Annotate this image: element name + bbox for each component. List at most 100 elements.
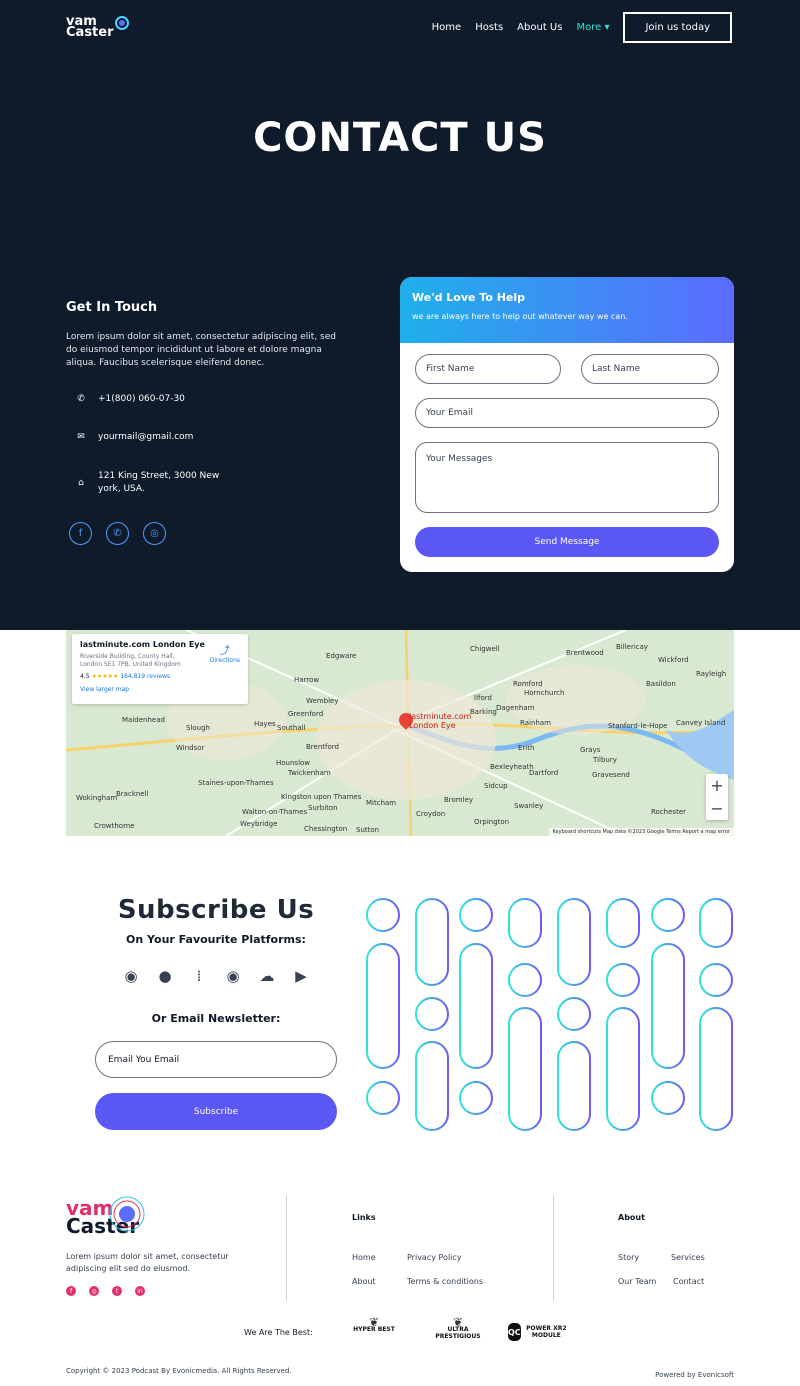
- youtube-icon[interactable]: ▶: [291, 966, 311, 986]
- award-badge: ❦ HYPER BEST: [346, 1315, 402, 1333]
- rating-value: 4.5: [80, 673, 90, 680]
- award-badge-label: HYPER BEST: [353, 1326, 395, 1333]
- google-podcasts-icon[interactable]: ⁞: [189, 966, 209, 986]
- star-icon: ★★★★★: [91, 673, 119, 680]
- linkedin-icon[interactable]: in: [135, 1286, 145, 1296]
- links-heading: Links: [352, 1213, 376, 1222]
- email-text: yourmail@gmail.com: [98, 432, 194, 442]
- map-label: Weybridge: [240, 820, 278, 828]
- footer-description: Lorem ipsum dolor sit amet, consectetur …: [66, 1252, 229, 1273]
- footer-link-home[interactable]: Home: [352, 1253, 376, 1262]
- map-label: Gravesend: [592, 771, 630, 779]
- map-label: Hounslow: [276, 759, 311, 767]
- first-name-field[interactable]: First Name: [415, 354, 561, 384]
- newsletter-email-input[interactable]: Email You Email: [95, 1041, 337, 1078]
- instagram-icon[interactable]: ◎: [143, 522, 166, 545]
- join-button[interactable]: Join us today: [623, 11, 732, 43]
- form-header: We'd Love To Help we are always here to …: [400, 277, 734, 343]
- footer-link-about[interactable]: About: [352, 1277, 376, 1286]
- map-label: Kingston upon Thames: [281, 793, 362, 801]
- instagram-icon[interactable]: ◎: [89, 1286, 99, 1296]
- map-label: Crowthorne: [94, 822, 135, 830]
- map-label: Chigwell: [470, 645, 500, 653]
- phone-icon: ✆: [77, 394, 85, 404]
- footer-link-services[interactable]: Services: [671, 1253, 705, 1262]
- copyright: Copyright © 2023 Podcast By Evonicmedia.…: [66, 1367, 292, 1375]
- location-map[interactable]: Edgware Harrow Wembley Slough Hounslow T…: [66, 630, 734, 836]
- place-infobox: lastminute.com London Eye Riverside Buil…: [72, 634, 248, 704]
- get-in-touch: Get In Touch Lorem ipsum dolor sit amet,…: [66, 300, 336, 496]
- email-line[interactable]: ✉ yourmail@gmail.com: [74, 432, 336, 442]
- footer-link-story[interactable]: Story: [618, 1253, 639, 1262]
- nav-more[interactable]: More ▾: [576, 22, 609, 33]
- message-field[interactable]: Your Messages: [415, 442, 719, 513]
- map-label: Canvey Island: [676, 719, 726, 727]
- map-label: Slough: [186, 724, 210, 732]
- nav-more-label: More: [576, 21, 602, 33]
- logo[interactable]: vam Caster: [66, 15, 129, 39]
- send-message-button[interactable]: Send Message: [415, 527, 719, 557]
- footer-logo-ring-icon: [109, 1196, 145, 1232]
- directions-icon: ⤴: [219, 646, 230, 657]
- subscribe-title: Subscribe Us: [117, 895, 315, 925]
- pin-label: lastminute.com London Eye: [409, 712, 471, 730]
- whatsapp-icon[interactable]: ✆: [106, 522, 129, 545]
- nav-hosts[interactable]: Hosts: [475, 22, 503, 33]
- map-label: Romford: [513, 680, 543, 688]
- map-label: Chessington: [304, 825, 348, 833]
- contact-section: vam Caster Home Hosts About Us More ▾ Jo…: [0, 0, 800, 630]
- zoom-in-button[interactable]: +: [710, 776, 723, 795]
- footer-link-contact[interactable]: Contact: [673, 1277, 704, 1286]
- map-label: Hayes: [254, 720, 276, 728]
- apple-icon[interactable]: ●: [155, 966, 175, 986]
- map-label: Walton-on-Thames: [242, 808, 308, 816]
- address-line: ⌂ 121 King Street, 3000 New york, USA.: [74, 470, 336, 496]
- map-label: Brentwood: [566, 649, 604, 657]
- last-name-field[interactable]: Last Name: [581, 354, 719, 384]
- email-field[interactable]: Your Email: [415, 398, 719, 428]
- twitter-icon[interactable]: t: [112, 1286, 122, 1296]
- about-heading: About: [618, 1213, 645, 1222]
- soundcloud-icon[interactable]: ☁: [257, 966, 277, 986]
- chevron-down-icon: ▾: [604, 21, 610, 33]
- reviews-link[interactable]: 164,819 reviews: [120, 673, 170, 680]
- spotify-icon[interactable]: ◉: [121, 966, 141, 986]
- laurel-icon: ❦: [452, 1315, 464, 1329]
- footer-link-terms[interactable]: Terms & conditions: [407, 1277, 483, 1286]
- home-icon: ⌂: [78, 478, 84, 488]
- map-label: Staines-upon-Thames: [198, 779, 274, 787]
- nav-about[interactable]: About Us: [517, 22, 562, 33]
- zoom-controls: + −: [706, 774, 728, 820]
- map-label: Harrow: [294, 676, 320, 684]
- nav-home[interactable]: Home: [432, 22, 462, 33]
- footer-link-privacy[interactable]: Privacy Policy: [407, 1253, 462, 1262]
- facebook-icon[interactable]: f: [69, 522, 92, 545]
- subscribe-button[interactable]: Subscribe: [95, 1093, 337, 1130]
- footer-link-team[interactable]: Our Team: [618, 1277, 656, 1286]
- zoom-out-button[interactable]: −: [710, 799, 723, 818]
- map-label: Orpington: [474, 818, 510, 826]
- view-larger-map-link[interactable]: View larger map: [80, 686, 240, 693]
- footer: vam Caster Lorem ipsum dolor sit amet, c…: [0, 1195, 800, 1386]
- laurel-icon: ❦: [368, 1315, 380, 1329]
- map-label: Surbiton: [308, 804, 338, 812]
- map-label: Windsor: [176, 744, 205, 752]
- qc-icon: QC: [508, 1323, 521, 1341]
- map-label: Erith: [518, 744, 535, 752]
- map-label: Wickford: [658, 656, 689, 664]
- address-line2: york, USA.: [98, 484, 145, 494]
- social-links: f ✆ ◎: [69, 522, 166, 545]
- directions-link[interactable]: ⤴ Directions: [210, 642, 240, 664]
- powered-by: Powered by Evonicsoft: [655, 1371, 734, 1379]
- map-label: Wokingham: [76, 794, 118, 802]
- address-text: 121 King Street, 3000 New york, USA.: [98, 470, 219, 496]
- map-label: Southall: [277, 724, 306, 732]
- map-label: Tilbury: [593, 756, 617, 764]
- phone-line[interactable]: ✆ +1(800) 060-07-30: [74, 394, 336, 404]
- subscribe-panel: Subscribe Us On Your Favourite Platforms…: [95, 895, 337, 1130]
- spotify-icon[interactable]: ◉: [223, 966, 243, 986]
- place-rating: 4.5 ★★★★★ 164,819 reviews: [80, 673, 240, 680]
- facebook-icon[interactable]: f: [66, 1286, 76, 1296]
- map-label: Basildon: [646, 680, 676, 688]
- map-label: Sutton: [356, 826, 380, 834]
